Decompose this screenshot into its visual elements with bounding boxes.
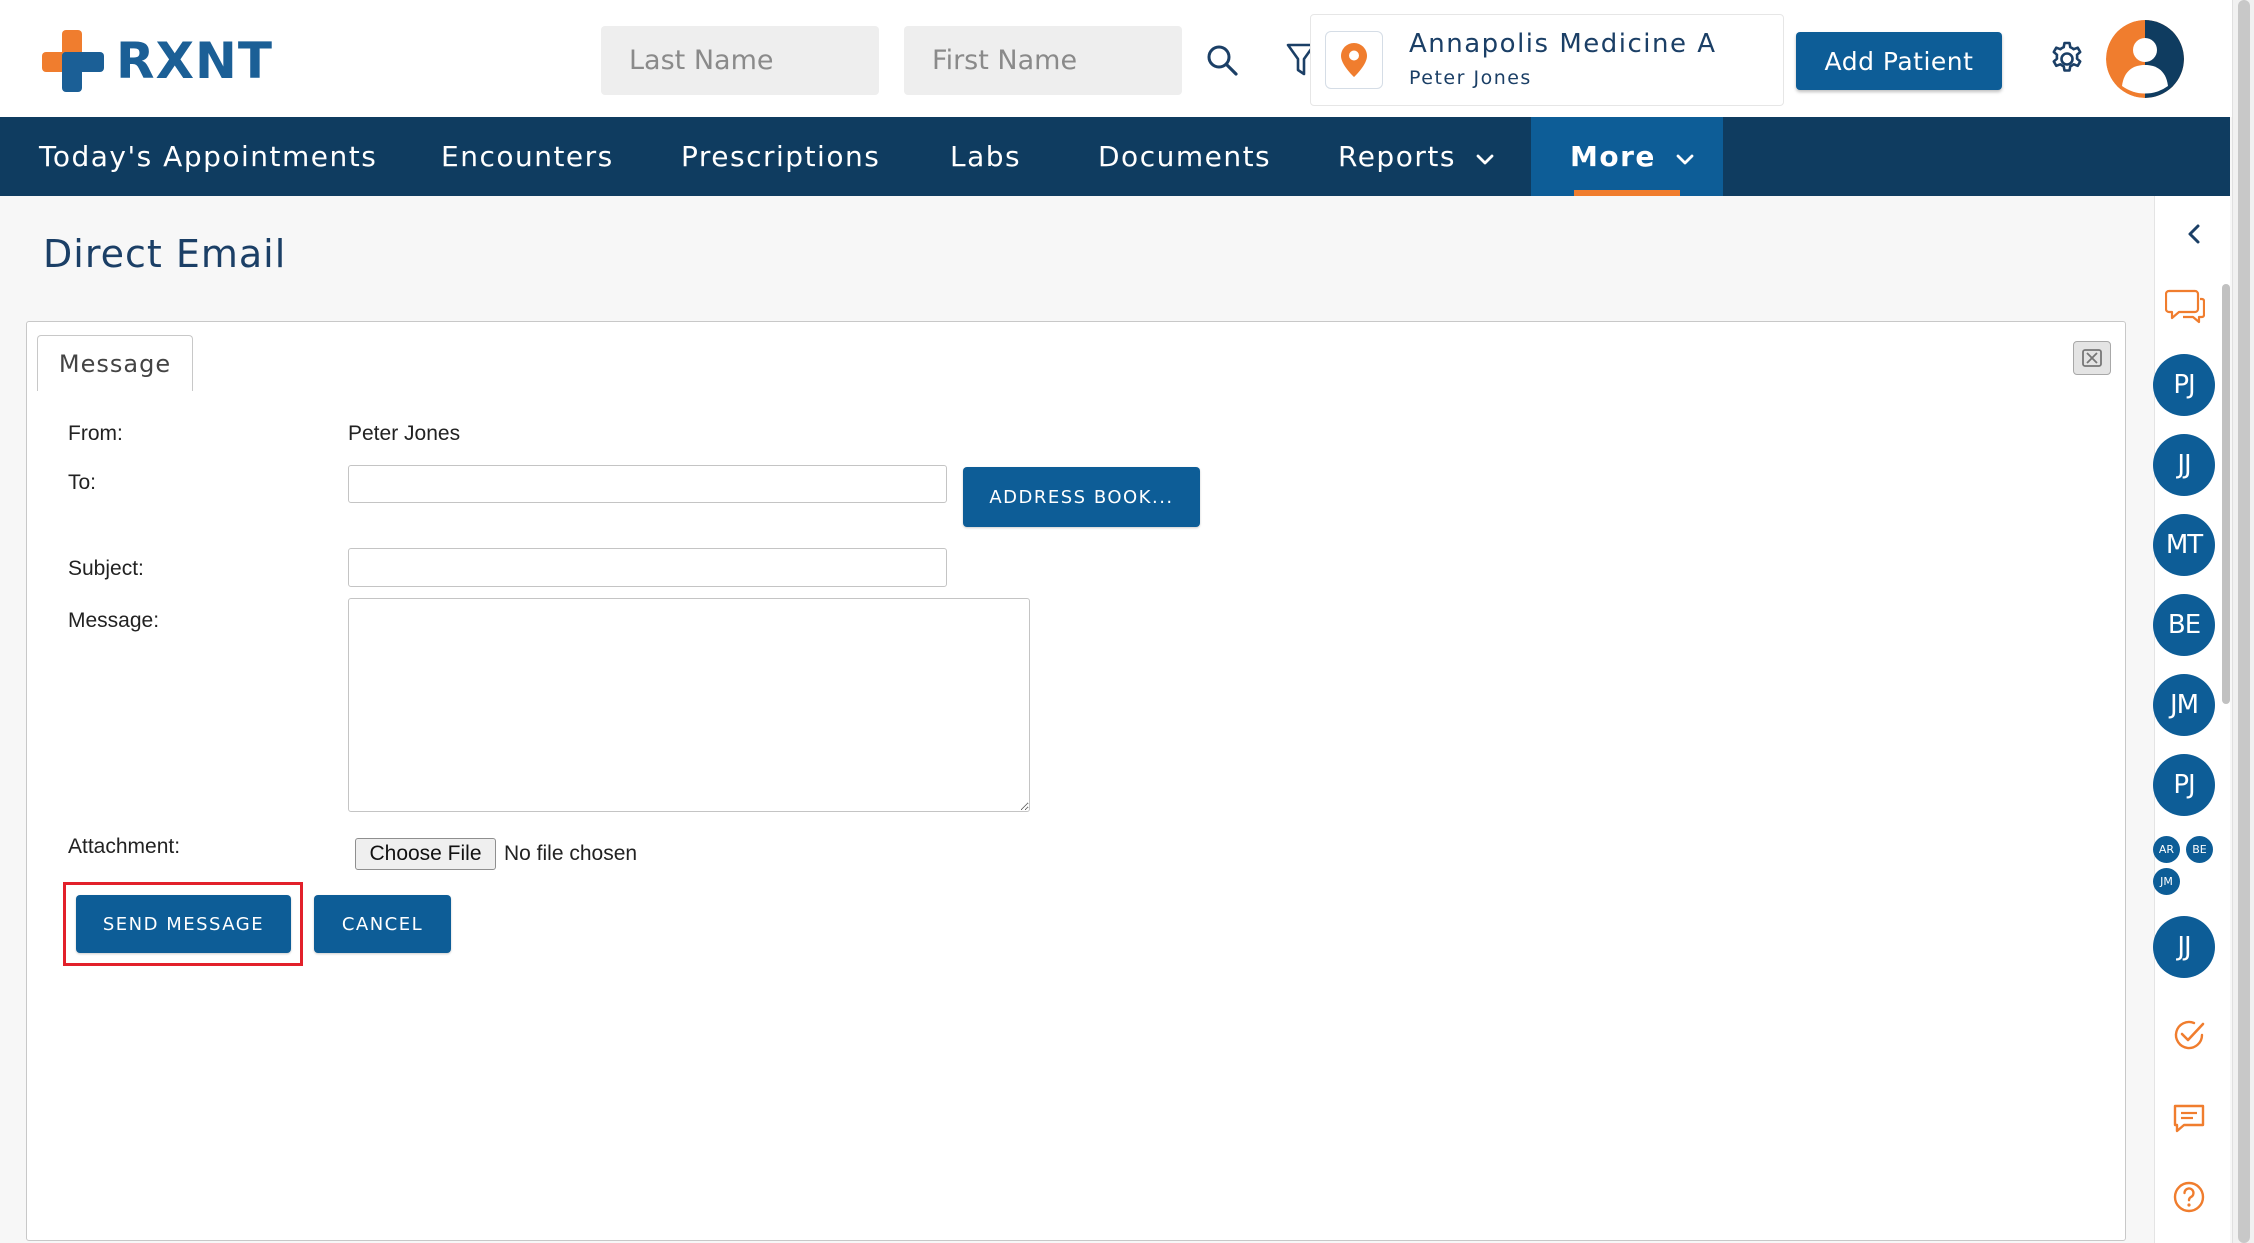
nav-documents[interactable]: Documents bbox=[1098, 117, 1271, 196]
nav-encounters[interactable]: Encounters bbox=[441, 117, 614, 196]
from-value: Peter Jones bbox=[348, 422, 461, 445]
send-message-button[interactable]: SEND MESSAGE bbox=[76, 895, 291, 953]
nav-label: More bbox=[1570, 140, 1656, 173]
sidebar-person-pj[interactable]: PJ bbox=[2153, 354, 2215, 416]
nav-labs[interactable]: Labs bbox=[950, 117, 1021, 196]
page-scrollbar[interactable] bbox=[2232, 0, 2254, 1243]
nav-label: Reports bbox=[1338, 140, 1456, 173]
main-nav: Today's Appointments Encounters Prescrip… bbox=[0, 117, 2230, 196]
task-check-icon[interactable] bbox=[2170, 1016, 2208, 1054]
message-textarea[interactable] bbox=[348, 598, 1030, 812]
help-icon[interactable] bbox=[2170, 1178, 2208, 1216]
location-selector[interactable]: Annapolis Medicine A Peter Jones bbox=[1310, 14, 1784, 106]
address-book-button[interactable]: ADDRESS BOOK... bbox=[963, 467, 1200, 527]
sidebar-scrollbar[interactable] bbox=[2220, 276, 2232, 976]
group-member-ar[interactable]: AR bbox=[2153, 836, 2180, 863]
logo-text: RXNT bbox=[116, 32, 274, 90]
sidebar-person-pj-2[interactable]: PJ bbox=[2153, 754, 2215, 816]
nav-label: Prescriptions bbox=[681, 140, 881, 173]
nav-reports[interactable]: Reports bbox=[1338, 117, 1494, 196]
sidebar-scrollbar-thumb[interactable] bbox=[2222, 284, 2230, 704]
nav-more-item[interactable]: More bbox=[1570, 117, 1694, 196]
message-icon[interactable] bbox=[2170, 1100, 2208, 1138]
to-label: To: bbox=[68, 471, 97, 494]
message-label: Message: bbox=[68, 609, 160, 632]
attachment-label: Attachment: bbox=[68, 835, 181, 858]
chevron-down-icon bbox=[1476, 140, 1494, 173]
to-input[interactable] bbox=[348, 465, 947, 503]
nav-label: Encounters bbox=[441, 140, 614, 173]
sidebar-person-mt[interactable]: MT bbox=[2153, 514, 2215, 576]
group-member-jm[interactable]: JM bbox=[2153, 868, 2180, 895]
sidebar-person-jj-2[interactable]: JJ bbox=[2153, 916, 2215, 978]
page-title: Direct Email bbox=[43, 232, 287, 276]
email-panel: Message bbox=[26, 321, 2126, 1241]
close-panel-button[interactable] bbox=[2073, 341, 2111, 375]
sidebar-person-jm[interactable]: JM bbox=[2153, 674, 2215, 736]
choose-file-button[interactable]: Choose File bbox=[355, 838, 496, 870]
nav-label: Labs bbox=[950, 140, 1022, 173]
cancel-button[interactable]: CANCEL bbox=[314, 895, 451, 953]
tab-message[interactable]: Message bbox=[37, 335, 193, 391]
first-name-input[interactable] bbox=[904, 26, 1182, 95]
rxnt-logo[interactable]: RXNT bbox=[42, 30, 273, 92]
search-icon[interactable] bbox=[1200, 38, 1244, 82]
page-scrollbar-thumb[interactable] bbox=[2238, 0, 2250, 1243]
sidebar-person-jj[interactable]: JJ bbox=[2153, 434, 2215, 496]
location-name: Annapolis Medicine A bbox=[1409, 29, 1717, 59]
gear-icon[interactable] bbox=[2046, 38, 2088, 80]
location-user: Peter Jones bbox=[1409, 67, 1532, 89]
last-name-input[interactable] bbox=[601, 26, 879, 95]
from-label: From: bbox=[68, 422, 123, 445]
add-patient-button[interactable]: Add Patient bbox=[1796, 32, 2002, 90]
top-header: RXNT Annapolis Medicine A Peter Jones Ad… bbox=[0, 0, 2254, 117]
group-member-be[interactable]: BE bbox=[2186, 836, 2213, 863]
nav-prescriptions[interactable]: Prescriptions bbox=[681, 117, 880, 196]
close-icon bbox=[2082, 349, 2102, 367]
nav-todays-appointments[interactable]: Today's Appointments bbox=[39, 117, 377, 196]
subject-label: Subject: bbox=[68, 557, 144, 580]
sidebar-person-be[interactable]: BE bbox=[2153, 594, 2215, 656]
nav-more[interactable]: More bbox=[1531, 117, 1723, 196]
chevron-down-icon bbox=[1676, 140, 1694, 173]
chevron-left-icon[interactable] bbox=[2180, 220, 2208, 248]
active-indicator bbox=[1574, 190, 1680, 196]
user-avatar[interactable] bbox=[2106, 20, 2184, 98]
chat-bubbles-icon[interactable] bbox=[2162, 284, 2208, 328]
no-file-text: No file chosen bbox=[504, 842, 638, 865]
subject-input[interactable] bbox=[348, 548, 947, 587]
location-pin-icon bbox=[1325, 31, 1383, 89]
logo-cross-icon bbox=[42, 30, 104, 92]
nav-label: Today's Appointments bbox=[39, 140, 378, 173]
nav-label: Documents bbox=[1098, 140, 1272, 173]
